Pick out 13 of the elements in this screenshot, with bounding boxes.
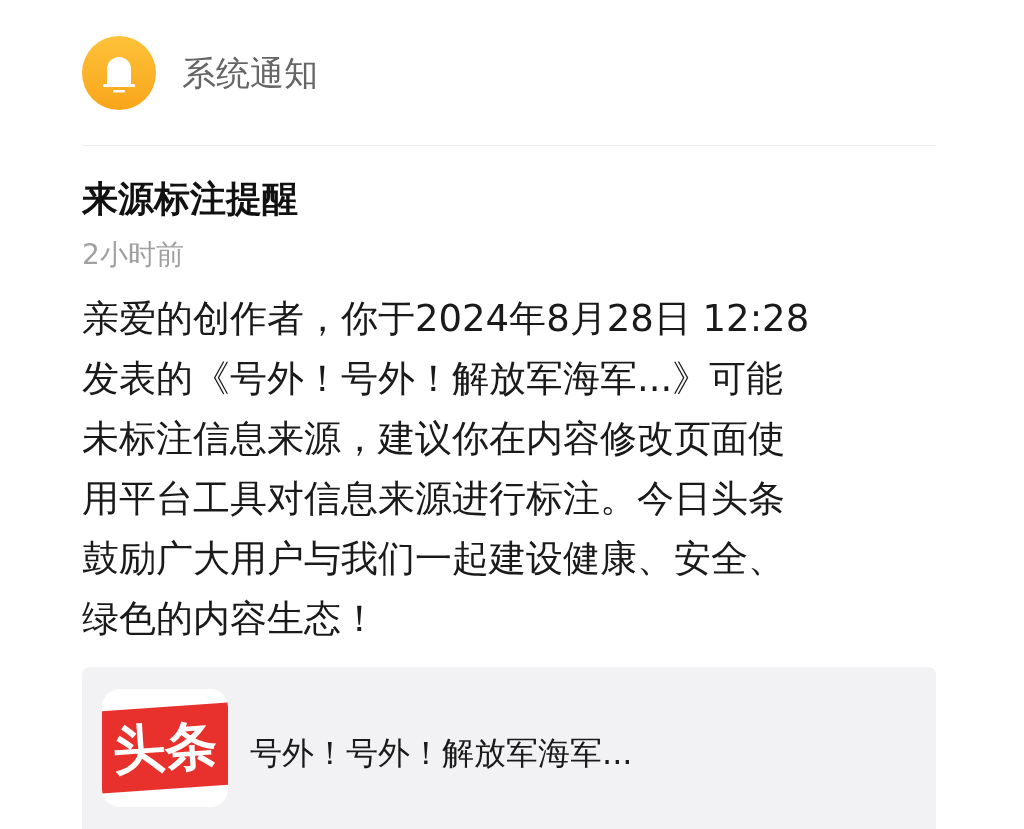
article-card[interactable]: 头条 号外！号外！解放军海军... — [82, 667, 936, 829]
notice-text-line: 未标注信息来源，建议你在内容修改页面使 — [82, 416, 785, 463]
notice-text-line: 用平台工具对信息来源进行标注。今日头条 — [82, 476, 785, 523]
article-title: 号外！号外！解放军海军... — [250, 733, 633, 775]
notice-text-line: 发表的《号外！号外！解放军海军...》可能 — [82, 356, 784, 403]
notice-text-line: 绿色的内容生态！ — [82, 596, 378, 643]
notice-text-line: 鼓励广大用户与我们一起建设健康、安全、 — [82, 536, 785, 583]
notice-text-line: 亲爱的创作者，你于2024年8月28日 12:28 — [82, 296, 810, 343]
app-logo: 头条 — [102, 689, 228, 808]
notice-time: 2小时前 — [82, 236, 185, 273]
header-title: 系统通知 — [182, 52, 318, 94]
notice-title: 来源标注提醒 — [82, 177, 299, 221]
bell-icon — [82, 36, 156, 110]
